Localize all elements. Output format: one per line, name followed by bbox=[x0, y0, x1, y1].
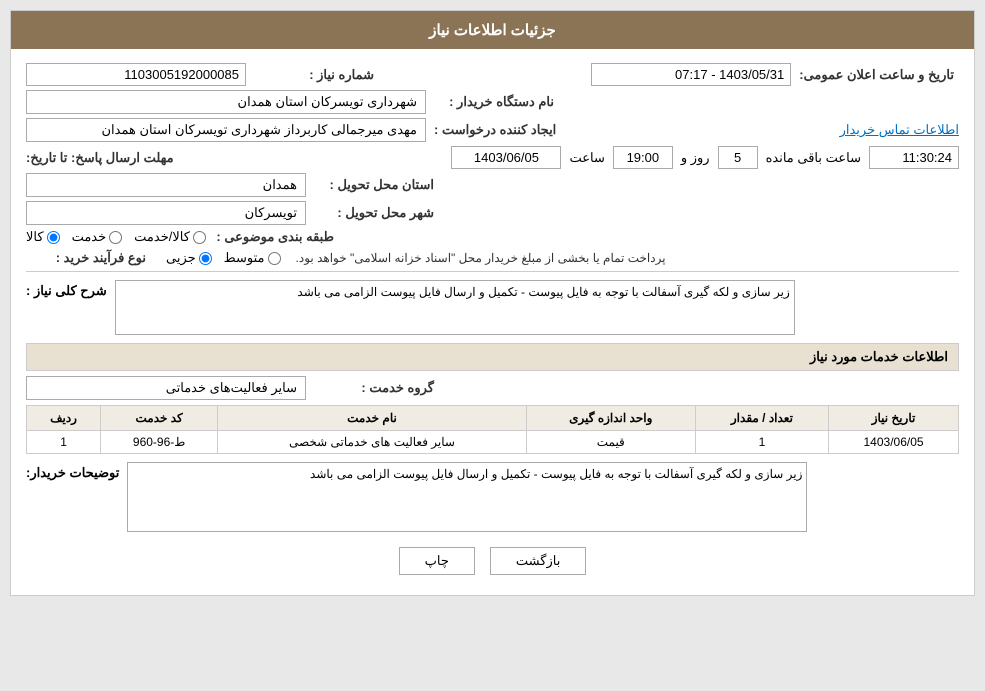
purchase-type-radio-group: متوسط جزیی bbox=[166, 250, 281, 266]
purchase-type-row: پرداخت تمام یا بخشی از مبلغ خریدار محل "… bbox=[26, 250, 959, 266]
category-radio-khedmat[interactable] bbox=[109, 231, 122, 244]
day-value: 5 bbox=[718, 146, 758, 169]
cell-name: سایر فعالیت های خدماتی شخصی bbox=[218, 431, 527, 454]
cell-date: 1403/06/05 bbox=[829, 431, 959, 454]
col-quantity: تعداد / مقدار bbox=[695, 406, 828, 431]
description-section: زیر سازی و لکه گیری آسفالت با توجه به فا… bbox=[26, 280, 959, 335]
purchase-type-label-medium: متوسط bbox=[224, 250, 265, 266]
deadline-row: 11:30:24 ساعت باقی مانده 5 روز و 19:00 س… bbox=[26, 146, 959, 169]
category-radio-kala[interactable] bbox=[47, 231, 60, 244]
buyer-org-value: شهرداری تویسرکان استان همدان bbox=[26, 90, 426, 114]
need-number-row: تاریخ و ساعت اعلان عمومی: 1403/05/31 - 0… bbox=[26, 63, 959, 86]
city-row: شهر محل تحویل : تویسرکان bbox=[26, 201, 959, 225]
service-group-label: گروه خدمت : bbox=[314, 380, 434, 396]
buyer-org-row: نام دستگاه خریدار : شهرداری تویسرکان است… bbox=[26, 90, 959, 114]
buyer-desc-section: زیر سازی و لکه گیری آسفالت با توجه به فا… bbox=[26, 462, 959, 532]
buttons-row: بازگشت چاپ bbox=[26, 547, 959, 575]
purchase-type-option-medium: متوسط bbox=[224, 250, 281, 266]
time-value: 19:00 bbox=[613, 146, 673, 169]
creator-row: اطلاعات تماس خریدار ایجاد کننده درخواست … bbox=[26, 118, 959, 142]
day-label: روز و bbox=[681, 150, 710, 166]
cell-row-num: 1 bbox=[27, 431, 101, 454]
description-label: شرح کلی نیاز : bbox=[26, 280, 107, 299]
services-section-header: اطلاعات خدمات مورد نیاز bbox=[26, 343, 959, 371]
deadline-label: مهلت ارسال پاسخ: تا تاریخ: bbox=[26, 150, 174, 166]
city-value: تویسرکان bbox=[26, 201, 306, 225]
page-container: جزئیات اطلاعات نیاز تاریخ و ساعت اعلان ع… bbox=[10, 10, 975, 596]
col-date: تاریخ نیاز bbox=[829, 406, 959, 431]
buyer-desc-textarea[interactable]: زیر سازی و لکه گیری آسفالت با توجه به فا… bbox=[127, 462, 807, 532]
category-option-kala-khedmat: کالا/خدمت bbox=[134, 229, 206, 245]
back-button[interactable]: بازگشت bbox=[490, 547, 586, 575]
province-label: استان محل تحویل : bbox=[314, 177, 434, 193]
remaining-label: ساعت باقی مانده bbox=[766, 150, 861, 166]
remaining-time-value: 11:30:24 bbox=[869, 146, 959, 169]
cell-quantity: 1 bbox=[695, 431, 828, 454]
category-label-kala: کالا bbox=[26, 229, 44, 245]
service-group-value: سایر فعالیت‌های خدماتی bbox=[26, 376, 306, 400]
print-button[interactable]: چاپ bbox=[399, 547, 475, 575]
creator-label: ایجاد کننده درخواست : bbox=[434, 122, 556, 138]
announcement-label: تاریخ و ساعت اعلان عمومی: bbox=[799, 67, 954, 83]
cell-code: ط-96-960 bbox=[101, 431, 218, 454]
services-table: تاریخ نیاز تعداد / مقدار واحد اندازه گیر… bbox=[26, 405, 959, 454]
purchase-type-label: نوع فرآیند خرید : bbox=[26, 250, 146, 266]
purchase-type-radio-medium[interactable] bbox=[268, 252, 281, 265]
need-number-label: شماره نیاز : bbox=[254, 67, 374, 83]
service-group-row: گروه خدمت : سایر فعالیت‌های خدماتی bbox=[26, 376, 959, 400]
need-number-value: 1103005192000085 bbox=[26, 63, 246, 86]
purchase-type-desc: پرداخت تمام یا بخشی از مبلغ خریدار محل "… bbox=[296, 251, 666, 265]
category-radio-kala-khedmat[interactable] bbox=[193, 231, 206, 244]
table-row: 1403/06/05 1 قیمت سایر فعالیت های خدماتی… bbox=[27, 431, 959, 454]
col-row: ردیف bbox=[27, 406, 101, 431]
divider-1 bbox=[26, 271, 959, 272]
col-name: نام خدمت bbox=[218, 406, 527, 431]
description-textarea[interactable]: زیر سازی و لکه گیری آسفالت با توجه به فا… bbox=[115, 280, 795, 335]
buyer-org-label: نام دستگاه خریدار : bbox=[434, 94, 554, 110]
page-header: جزئیات اطلاعات نیاز bbox=[11, 11, 974, 49]
content-area: تاریخ و ساعت اعلان عمومی: 1403/05/31 - 0… bbox=[11, 49, 974, 595]
purchase-type-label-partial: جزیی bbox=[166, 250, 196, 266]
cell-unit: قیمت bbox=[526, 431, 695, 454]
contact-info-link[interactable]: اطلاعات تماس خریدار bbox=[840, 122, 959, 138]
col-unit: واحد اندازه گیری bbox=[526, 406, 695, 431]
category-option-khedmat: خدمت bbox=[72, 229, 123, 245]
category-row: طبقه بندی موضوعی : کالا/خدمت خدمت کالا bbox=[26, 229, 959, 245]
category-label-kala-khedmat: کالا/خدمت bbox=[134, 229, 190, 245]
category-label-khedmat: خدمت bbox=[72, 229, 107, 245]
col-code: کد خدمت bbox=[101, 406, 218, 431]
category-option-kala: کالا bbox=[26, 229, 60, 245]
announcement-value: 1403/05/31 - 07:17 bbox=[591, 63, 791, 86]
category-radio-group: کالا/خدمت خدمت کالا bbox=[26, 229, 206, 245]
time-label: ساعت bbox=[569, 150, 604, 166]
city-label: شهر محل تحویل : bbox=[314, 205, 434, 221]
purchase-type-radio-partial[interactable] bbox=[199, 252, 212, 265]
category-label: طبقه بندی موضوعی : bbox=[214, 229, 334, 245]
page-title: جزئیات اطلاعات نیاز bbox=[429, 22, 556, 39]
deadline-date-value: 1403/06/05 bbox=[451, 146, 561, 169]
buyer-desc-label: توضیحات خریدار: bbox=[26, 462, 119, 481]
province-value: همدان bbox=[26, 173, 306, 197]
purchase-type-option-partial: جزیی bbox=[166, 250, 212, 266]
creator-value: مهدی میرجمالی کاربرداز شهرداری تویسرکان … bbox=[26, 118, 426, 142]
province-row: استان محل تحویل : همدان bbox=[26, 173, 959, 197]
